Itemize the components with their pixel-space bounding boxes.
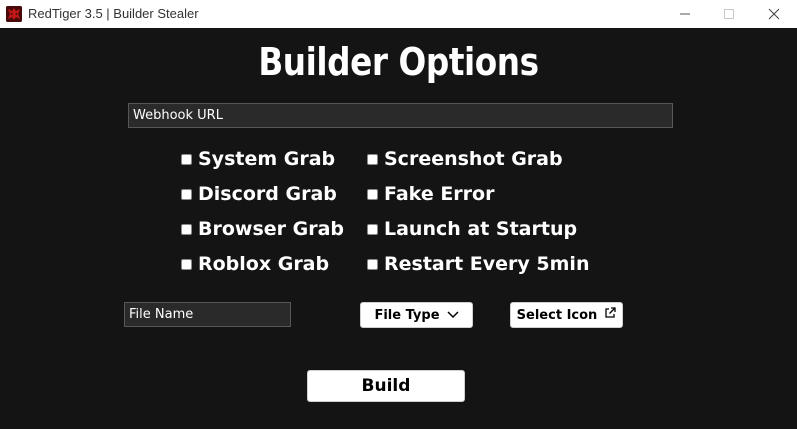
option-fake-error[interactable]: Fake Error — [367, 182, 494, 206]
option-label: Restart Every 5min — [384, 253, 590, 275]
option-discord-grab[interactable]: Discord Grab — [181, 182, 337, 206]
external-link-icon — [604, 307, 616, 323]
builder-window: RedTiger 3.5 | Builder Stealer Builder O… — [0, 0, 797, 429]
option-screenshot-grab[interactable]: Screenshot Grab — [367, 147, 563, 171]
option-system-grab[interactable]: System Grab — [181, 147, 335, 171]
option-launch-at-startup[interactable]: Launch at Startup — [367, 217, 577, 241]
file-type-dropdown[interactable]: File Type — [360, 302, 473, 328]
option-label: Launch at Startup — [384, 218, 578, 240]
checkbox[interactable] — [367, 153, 378, 165]
page-title: Builder Options — [258, 40, 539, 84]
file-type-label: File Type — [374, 307, 440, 323]
option-restart-every-5min[interactable]: Restart Every 5min — [367, 252, 589, 276]
title-bar[interactable]: RedTiger 3.5 | Builder Stealer — [0, 0, 797, 28]
option-label: Roblox Grab — [198, 253, 330, 275]
close-button[interactable] — [751, 0, 797, 28]
option-roblox-grab[interactable]: Roblox Grab — [181, 252, 329, 276]
build-button[interactable]: Build — [307, 370, 465, 402]
minimize-button[interactable] — [662, 0, 708, 28]
checkbox[interactable] — [367, 223, 378, 235]
checkbox[interactable] — [181, 153, 192, 165]
checkbox[interactable] — [181, 188, 192, 200]
checkbox[interactable] — [181, 223, 192, 235]
option-browser-grab[interactable]: Browser Grab — [181, 217, 344, 241]
file-name-input[interactable] — [124, 302, 291, 327]
select-icon-button[interactable]: Select Icon — [510, 302, 623, 328]
option-label: Browser Grab — [198, 218, 345, 240]
select-icon-label: Select Icon — [516, 307, 598, 323]
option-label: Screenshot Grab — [384, 148, 563, 170]
checkbox[interactable] — [181, 258, 192, 270]
chevron-down-icon — [447, 308, 459, 323]
maximize-icon — [724, 9, 734, 19]
minimize-icon — [680, 13, 690, 15]
option-label: Fake Error — [384, 183, 495, 205]
close-icon — [768, 8, 780, 20]
tiger-logo-icon — [6, 6, 22, 22]
webhook-url-input[interactable] — [128, 103, 673, 128]
window-title: RedTiger 3.5 | Builder Stealer — [28, 6, 199, 21]
checkbox[interactable] — [367, 258, 378, 270]
option-label: System Grab — [198, 148, 336, 170]
checkbox[interactable] — [367, 188, 378, 200]
option-label: Discord Grab — [198, 183, 337, 205]
maximize-button[interactable] — [706, 0, 752, 28]
